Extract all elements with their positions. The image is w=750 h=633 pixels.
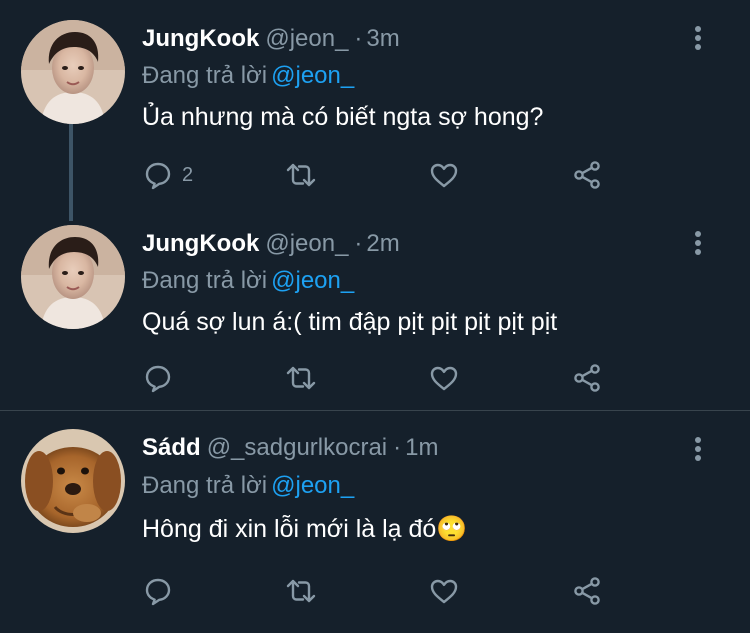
- retweet-button[interactable]: [285, 158, 317, 192]
- display-name[interactable]: Sádd: [142, 434, 201, 461]
- like-button[interactable]: [428, 361, 460, 395]
- replying-to-label: Đang trả lời: [142, 62, 268, 89]
- reply-icon: [142, 159, 174, 191]
- replying-to-label: Đang trả lời: [142, 267, 268, 294]
- avatar[interactable]: [21, 20, 125, 124]
- tweet[interactable]: JungKook @jeon_ · 3m Đang trả lời @jeon_ Ủa …: [0, 0, 750, 205]
- avatar[interactable]: [21, 429, 125, 533]
- share-button[interactable]: [571, 574, 603, 608]
- display-name[interactable]: JungKook: [142, 230, 259, 257]
- display-name[interactable]: JungKook: [142, 25, 259, 52]
- mention-link[interactable]: @jeon_: [271, 267, 354, 294]
- replying-to: Đang trả lời @jeon_: [142, 266, 354, 296]
- user-handle[interactable]: @_sadgurlkocrai: [207, 434, 387, 461]
- tweet-text: Quá sợ lun á:( tim đập pịt pịt pịt pịt p…: [142, 308, 558, 336]
- tweet[interactable]: JungKook @jeon_ · 2m Đang trả lời @jeon_ Quá…: [0, 205, 750, 410]
- retweet-button[interactable]: [285, 574, 317, 608]
- reply-button[interactable]: 2: [142, 158, 193, 192]
- tweet-feed: JungKook @jeon_ · 3m Đang trả lời @jeon_ Ủa …: [0, 0, 750, 633]
- separator-dot: ·: [393, 434, 402, 461]
- tweet-text: Hông đi xin lỗi mới là lạ đó🙄: [142, 515, 468, 543]
- tweet-header: JungKook @jeon_ · 3m: [142, 24, 400, 54]
- separator-dot: ·: [354, 25, 363, 52]
- mention-link[interactable]: @jeon_: [271, 472, 354, 499]
- user-handle[interactable]: @jeon_: [265, 230, 348, 257]
- more-options-icon[interactable]: [691, 231, 705, 259]
- reply-icon: [142, 362, 174, 394]
- share-icon: [571, 575, 603, 607]
- tweet-text: Ủa nhưng mà có biết ngta sợ hong?: [142, 103, 544, 131]
- more-options-icon[interactable]: [691, 437, 705, 465]
- tweet-actions: [142, 574, 622, 608]
- reply-button[interactable]: [142, 574, 174, 608]
- share-button[interactable]: [571, 158, 603, 192]
- retweet-button[interactable]: [285, 361, 317, 395]
- timestamp[interactable]: 3m: [366, 25, 399, 52]
- tweet[interactable]: Sádd @_sadgurlkocrai · 1m Đang trả lời @jeon…: [0, 411, 750, 633]
- user-handle[interactable]: @jeon_: [265, 25, 348, 52]
- replying-to: Đang trả lời @jeon_: [142, 61, 354, 91]
- replying-to-label: Đang trả lời: [142, 472, 268, 499]
- more-options-icon[interactable]: [691, 26, 705, 54]
- share-icon: [571, 362, 603, 394]
- like-button[interactable]: [428, 574, 460, 608]
- like-button[interactable]: [428, 158, 460, 192]
- timestamp[interactable]: 2m: [366, 230, 399, 257]
- share-button[interactable]: [571, 361, 603, 395]
- tweet-actions: 2: [142, 158, 622, 192]
- heart-icon: [428, 575, 460, 607]
- retweet-icon: [285, 159, 317, 191]
- separator-dot: ·: [354, 230, 363, 257]
- tweet-actions: [142, 361, 622, 395]
- reply-count: 2: [182, 163, 194, 186]
- heart-icon: [428, 159, 460, 191]
- tweet-header: Sádd @_sadgurlkocrai · 1m: [142, 433, 438, 463]
- heart-icon: [428, 362, 460, 394]
- retweet-icon: [285, 362, 317, 394]
- reply-button[interactable]: [142, 361, 174, 395]
- share-icon: [571, 159, 603, 191]
- retweet-icon: [285, 575, 317, 607]
- tweet-header: JungKook @jeon_ · 2m: [142, 229, 400, 259]
- timestamp[interactable]: 1m: [405, 434, 438, 461]
- replying-to: Đang trả lời @jeon_: [142, 471, 354, 501]
- avatar[interactable]: [21, 225, 125, 329]
- mention-link[interactable]: @jeon_: [271, 62, 354, 89]
- reply-icon: [142, 575, 174, 607]
